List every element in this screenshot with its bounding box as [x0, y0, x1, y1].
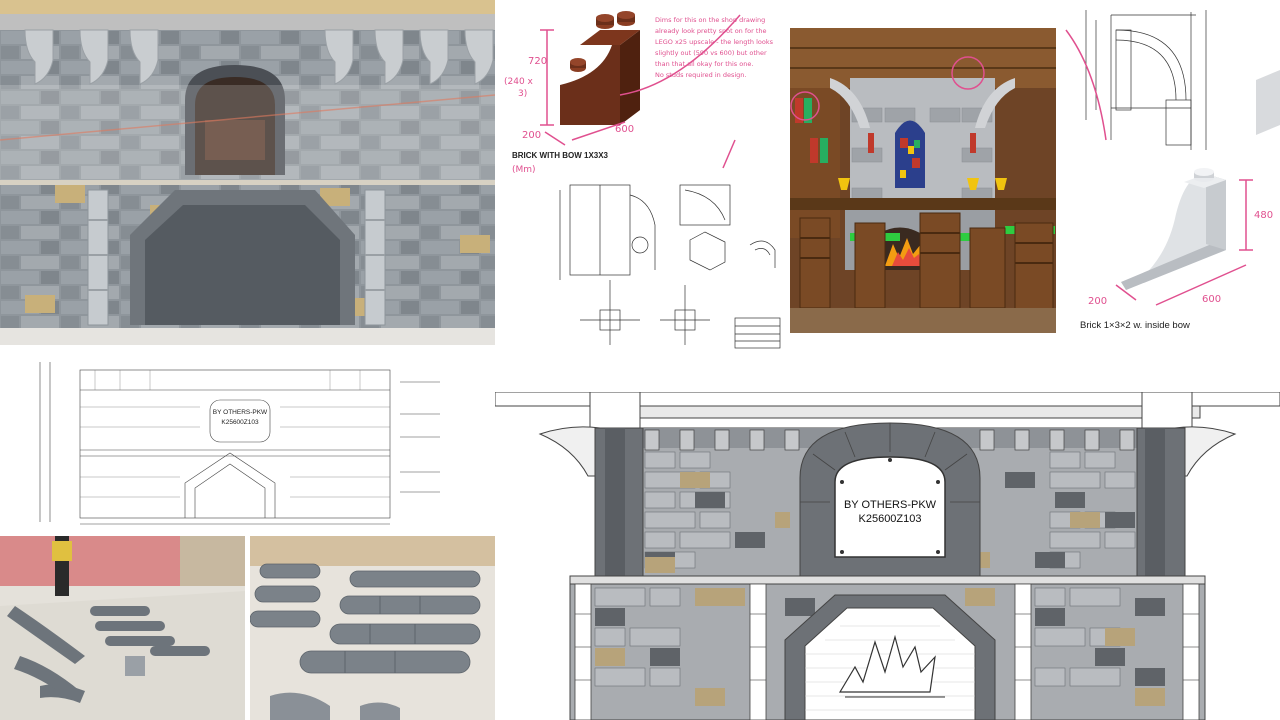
brick-bow-render [560, 11, 640, 125]
inside-bow-dim-width: 200 [1088, 296, 1107, 307]
cad-elevation-drawing: BY OTHERS-PKW K25600Z103 [0, 352, 495, 532]
photo-painted-corbels [0, 536, 245, 720]
note-line-5: than that all okay for this one. [655, 60, 753, 68]
dim-width: 200 [522, 130, 541, 141]
elevation-illustration: BY OTHERS-PKW K25600Z103 [495, 392, 1280, 720]
dim-height-mid: (240 x [504, 77, 534, 87]
note-line-1: Dims for this on the shop drawing [655, 16, 765, 24]
photo-stone-wall [0, 0, 495, 345]
shop-drawing-details [559, 184, 781, 349]
inside-bow-dim-length: 600 [1202, 294, 1221, 305]
render-castle-interior [790, 28, 1056, 333]
brick-bow-handnote: (Mm) [512, 165, 536, 175]
inside-bow-detail: 480 200 600 Brick 1×3×2 w. inside bow [1056, 0, 1280, 360]
note-line-4: slightly out (590 vs 600) but other [655, 49, 767, 57]
note-line-3: LEGO x25 upscale - the length looks [655, 38, 774, 46]
inside-bow-caption: Brick 1×3×2 w. inside bow [1080, 320, 1190, 331]
note-line-6: No studs required in design. [655, 71, 746, 79]
dim-length: 600 [615, 124, 634, 135]
sign-label-line-1: BY OTHERS-PKW [844, 499, 937, 511]
review-note: Dims for this on the shop drawing alread… [655, 16, 774, 79]
photo-painted-columns [250, 536, 495, 720]
dim-height-bot: 3) [518, 89, 527, 99]
brick-bow-sketch: 720 (240 x 3) 200 600 BRICK WITH BOW 1X3… [500, 0, 790, 360]
cad-label-line-2: K25600Z103 [221, 419, 259, 426]
inside-bow-dim-height: 480 [1254, 210, 1273, 221]
sign-label-line-2: K25600Z103 [859, 513, 922, 525]
dim-height-top: 720 [528, 56, 547, 67]
cad-label-line-1: BY OTHERS-PKW [213, 409, 268, 416]
white-brick-render [1121, 168, 1226, 290]
note-line-2: already look pretty spot on for the [655, 27, 767, 35]
brick-bow-caption: BRICK WITH BOW 1X3X3 [512, 151, 609, 160]
